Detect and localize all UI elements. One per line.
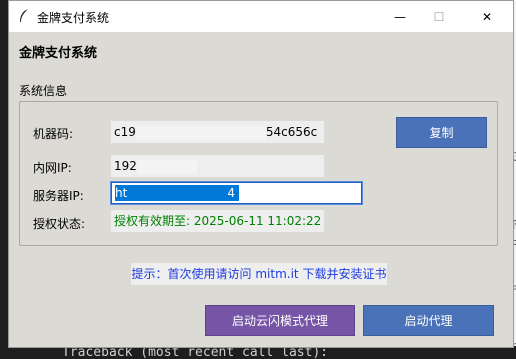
machine-code-end: 54c656c	[265, 125, 318, 139]
license-status-value-box: 授权有效期至: 2025-06-11 11:02:22	[111, 210, 324, 232]
license-status-value: 授权有效期至: 2025-06-11 11:02:22	[114, 214, 322, 228]
start-cloud-proxy-button[interactable]: 启动云闪模式代理	[205, 305, 355, 336]
server-ip-end: 4	[227, 186, 235, 200]
machine-code-label: 机器码:	[33, 127, 74, 141]
close-icon: ✕	[481, 9, 493, 24]
lan-ip-label: 内网IP:	[33, 161, 72, 175]
server-ip-input[interactable]: ht 4	[110, 181, 363, 205]
lan-ip-value[interactable]: 192	[111, 155, 324, 177]
section-label: 系统信息	[19, 84, 68, 98]
app-title: 金牌支付系统	[19, 46, 98, 61]
close-button[interactable]: ✕	[464, 1, 510, 32]
app-window: 金牌支付系统 — ☐ ✕ 金牌支付系统 系统信息 机器码: c19 54c656c…	[8, 0, 514, 348]
server-ip-label: 服务器IP:	[33, 189, 84, 203]
machine-code-value[interactable]: c19 54c656c	[111, 121, 324, 143]
redacted-block	[136, 159, 197, 174]
redacted-block	[135, 125, 266, 140]
server-ip-start: ht	[115, 186, 128, 200]
hint-text: 提示：首次使用请访问 mitm.it 下载并安装证书	[131, 263, 387, 285]
start-proxy-button[interactable]: 启动代理	[363, 305, 494, 336]
title-bar[interactable]: 金牌支付系统 — ☐ ✕	[9, 1, 513, 32]
copy-button[interactable]: 复制	[396, 117, 487, 148]
system-info-group: 机器码: c19 54c656c 内网IP: 192 服务器IP: ht 4 授权状…	[19, 101, 498, 246]
maximize-icon: ☐	[433, 9, 445, 24]
maximize-button[interactable]: ☐	[416, 1, 462, 32]
server-ip-selection: ht 4	[115, 185, 239, 201]
feather-icon	[20, 9, 28, 22]
lan-ip-start: 192	[114, 159, 137, 173]
license-status-label: 授权状态:	[33, 217, 86, 231]
machine-code-start: c19	[114, 125, 136, 139]
minimize-icon: —	[394, 9, 406, 24]
window-title: 金牌支付系统	[37, 11, 110, 25]
